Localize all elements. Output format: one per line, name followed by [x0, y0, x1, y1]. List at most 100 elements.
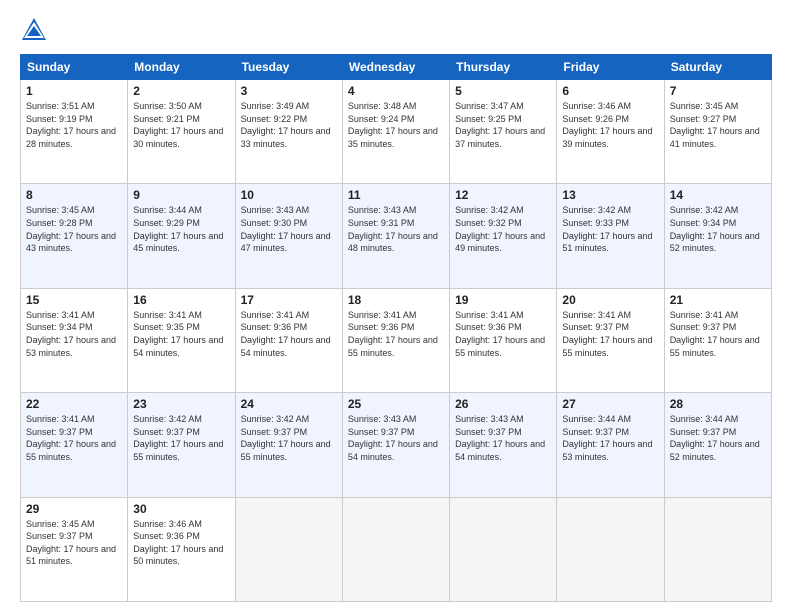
day-number: 22	[26, 397, 122, 411]
calendar-cell: 6 Sunrise: 3:46 AMSunset: 9:26 PMDaylight…	[557, 80, 664, 184]
calendar-cell: 8 Sunrise: 3:45 AMSunset: 9:28 PMDaylight…	[21, 184, 128, 288]
calendar-cell: 16 Sunrise: 3:41 AMSunset: 9:35 PMDayligh…	[128, 288, 235, 392]
page: SundayMondayTuesdayWednesdayThursdayFrid…	[0, 0, 792, 612]
calendar-cell: 30 Sunrise: 3:46 AMSunset: 9:36 PMDayligh…	[128, 497, 235, 601]
day-info: Sunrise: 3:43 AMSunset: 9:37 PMDaylight:…	[348, 413, 444, 463]
day-info: Sunrise: 3:44 AMSunset: 9:37 PMDaylight:…	[670, 413, 766, 463]
calendar-cell: 24 Sunrise: 3:42 AMSunset: 9:37 PMDayligh…	[235, 393, 342, 497]
calendar-week-row: 1 Sunrise: 3:51 AMSunset: 9:19 PMDaylight…	[21, 80, 772, 184]
day-info: Sunrise: 3:42 AMSunset: 9:32 PMDaylight:…	[455, 204, 551, 254]
day-info: Sunrise: 3:41 AMSunset: 9:36 PMDaylight:…	[241, 309, 337, 359]
calendar-week-row: 29 Sunrise: 3:45 AMSunset: 9:37 PMDayligh…	[21, 497, 772, 601]
day-number: 2	[133, 84, 229, 98]
calendar-cell: 14 Sunrise: 3:42 AMSunset: 9:34 PMDayligh…	[664, 184, 771, 288]
calendar-header-saturday: Saturday	[664, 55, 771, 80]
calendar-cell: 15 Sunrise: 3:41 AMSunset: 9:34 PMDayligh…	[21, 288, 128, 392]
calendar-cell: 13 Sunrise: 3:42 AMSunset: 9:33 PMDayligh…	[557, 184, 664, 288]
day-info: Sunrise: 3:48 AMSunset: 9:24 PMDaylight:…	[348, 100, 444, 150]
calendar-header-sunday: Sunday	[21, 55, 128, 80]
day-number: 14	[670, 188, 766, 202]
day-number: 26	[455, 397, 551, 411]
calendar-week-row: 8 Sunrise: 3:45 AMSunset: 9:28 PMDaylight…	[21, 184, 772, 288]
day-number: 29	[26, 502, 122, 516]
day-number: 24	[241, 397, 337, 411]
calendar-header-row: SundayMondayTuesdayWednesdayThursdayFrid…	[21, 55, 772, 80]
day-number: 1	[26, 84, 122, 98]
day-info: Sunrise: 3:49 AMSunset: 9:22 PMDaylight:…	[241, 100, 337, 150]
day-info: Sunrise: 3:42 AMSunset: 9:33 PMDaylight:…	[562, 204, 658, 254]
day-info: Sunrise: 3:42 AMSunset: 9:37 PMDaylight:…	[241, 413, 337, 463]
calendar-cell: 11 Sunrise: 3:43 AMSunset: 9:31 PMDayligh…	[342, 184, 449, 288]
calendar-cell: 19Sunrise: 3:41 AMSunset: 9:36 PMDayligh…	[450, 288, 557, 392]
day-number: 8	[26, 188, 122, 202]
calendar-header-friday: Friday	[557, 55, 664, 80]
calendar-cell	[235, 497, 342, 601]
calendar-cell	[342, 497, 449, 601]
logo	[20, 16, 52, 44]
day-number: 23	[133, 397, 229, 411]
day-info: Sunrise: 3:41 AMSunset: 9:34 PMDaylight:…	[26, 309, 122, 359]
day-number: 4	[348, 84, 444, 98]
calendar-cell: 12 Sunrise: 3:42 AMSunset: 9:32 PMDayligh…	[450, 184, 557, 288]
calendar-cell: 5 Sunrise: 3:47 AMSunset: 9:25 PMDaylight…	[450, 80, 557, 184]
day-number: 20	[562, 293, 658, 307]
day-number: 7	[670, 84, 766, 98]
calendar-cell: 25 Sunrise: 3:43 AMSunset: 9:37 PMDayligh…	[342, 393, 449, 497]
calendar-cell: 29 Sunrise: 3:45 AMSunset: 9:37 PMDayligh…	[21, 497, 128, 601]
day-info: Sunrise: 3:51 AMSunset: 9:19 PMDaylight:…	[26, 100, 122, 150]
day-info: Sunrise: 3:47 AMSunset: 9:25 PMDaylight:…	[455, 100, 551, 150]
calendar-header-tuesday: Tuesday	[235, 55, 342, 80]
day-number: 6	[562, 84, 658, 98]
day-info: Sunrise: 3:46 AMSunset: 9:26 PMDaylight:…	[562, 100, 658, 150]
calendar-cell: 23Sunrise: 3:42 AMSunset: 9:37 PMDayligh…	[128, 393, 235, 497]
day-info: Sunrise: 3:44 AMSunset: 9:29 PMDaylight:…	[133, 204, 229, 254]
calendar-header-monday: Monday	[128, 55, 235, 80]
day-number: 10	[241, 188, 337, 202]
day-number: 28	[670, 397, 766, 411]
day-number: 25	[348, 397, 444, 411]
day-number: 11	[348, 188, 444, 202]
calendar-cell: 26 Sunrise: 3:43 AMSunset: 9:37 PMDayligh…	[450, 393, 557, 497]
calendar-header-wednesday: Wednesday	[342, 55, 449, 80]
day-info: Sunrise: 3:50 AMSunset: 9:21 PMDaylight:…	[133, 100, 229, 150]
day-info: Sunrise: 3:41 AMSunset: 9:35 PMDaylight:…	[133, 309, 229, 359]
day-number: 15	[26, 293, 122, 307]
calendar-cell: 22 Sunrise: 3:41 AMSunset: 9:37 PMDayligh…	[21, 393, 128, 497]
calendar-cell: 21 Sunrise: 3:41 AMSunset: 9:37 PMDayligh…	[664, 288, 771, 392]
day-number: 9	[133, 188, 229, 202]
day-info: Sunrise: 3:41 AMSunset: 9:36 PMDaylight:…	[455, 309, 551, 359]
calendar-cell	[664, 497, 771, 601]
day-number: 30	[133, 502, 229, 516]
day-info: Sunrise: 3:45 AMSunset: 9:28 PMDaylight:…	[26, 204, 122, 254]
logo-icon	[20, 16, 48, 44]
day-info: Sunrise: 3:41 AMSunset: 9:37 PMDaylight:…	[670, 309, 766, 359]
calendar-header-thursday: Thursday	[450, 55, 557, 80]
calendar-cell	[450, 497, 557, 601]
calendar-cell: 3Sunrise: 3:49 AMSunset: 9:22 PMDaylight…	[235, 80, 342, 184]
day-info: Sunrise: 3:41 AMSunset: 9:37 PMDaylight:…	[26, 413, 122, 463]
day-info: Sunrise: 3:43 AMSunset: 9:37 PMDaylight:…	[455, 413, 551, 463]
day-info: Sunrise: 3:45 AMSunset: 9:27 PMDaylight:…	[670, 100, 766, 150]
calendar-cell: 7 Sunrise: 3:45 AMSunset: 9:27 PMDaylight…	[664, 80, 771, 184]
calendar-cell: 27Sunrise: 3:44 AMSunset: 9:37 PMDayligh…	[557, 393, 664, 497]
day-info: Sunrise: 3:46 AMSunset: 9:36 PMDaylight:…	[133, 518, 229, 568]
day-info: Sunrise: 3:43 AMSunset: 9:31 PMDaylight:…	[348, 204, 444, 254]
day-info: Sunrise: 3:45 AMSunset: 9:37 PMDaylight:…	[26, 518, 122, 568]
calendar-week-row: 15 Sunrise: 3:41 AMSunset: 9:34 PMDayligh…	[21, 288, 772, 392]
calendar-cell: 2 Sunrise: 3:50 AMSunset: 9:21 PMDaylight…	[128, 80, 235, 184]
day-number: 16	[133, 293, 229, 307]
day-number: 5	[455, 84, 551, 98]
day-number: 18	[348, 293, 444, 307]
calendar-cell: 10Sunrise: 3:43 AMSunset: 9:30 PMDayligh…	[235, 184, 342, 288]
day-info: Sunrise: 3:42 AMSunset: 9:34 PMDaylight:…	[670, 204, 766, 254]
day-info: Sunrise: 3:41 AMSunset: 9:37 PMDaylight:…	[562, 309, 658, 359]
calendar-cell: 28 Sunrise: 3:44 AMSunset: 9:37 PMDayligh…	[664, 393, 771, 497]
day-number: 21	[670, 293, 766, 307]
calendar-cell: 17Sunrise: 3:41 AMSunset: 9:36 PMDayligh…	[235, 288, 342, 392]
calendar-week-row: 22 Sunrise: 3:41 AMSunset: 9:37 PMDayligh…	[21, 393, 772, 497]
calendar-cell	[557, 497, 664, 601]
day-number: 12	[455, 188, 551, 202]
calendar-table: SundayMondayTuesdayWednesdayThursdayFrid…	[20, 54, 772, 602]
header	[20, 16, 772, 44]
day-number: 13	[562, 188, 658, 202]
